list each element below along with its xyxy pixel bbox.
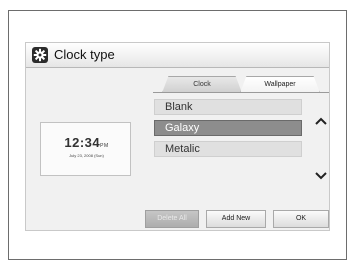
wallpaper-option-galaxy[interactable]: Galaxy — [154, 120, 302, 136]
wallpaper-option-blank[interactable]: Blank — [154, 99, 302, 115]
chevron-down-icon[interactable] — [314, 171, 328, 181]
gear-icon — [32, 47, 48, 63]
preview-ampm: PM — [100, 143, 109, 149]
preview-date: July 23, 2008 (Sun) — [69, 153, 104, 158]
page-title: Clock type — [54, 47, 115, 62]
wallpaper-option-metalic[interactable]: Metalic — [154, 141, 302, 157]
tab-clock[interactable]: Clock — [162, 76, 242, 93]
ok-button[interactable]: OK — [273, 210, 329, 228]
tab-divider — [153, 92, 329, 93]
add-new-button[interactable]: Add New — [206, 210, 266, 228]
delete-all-button[interactable]: Delete All — [145, 210, 199, 228]
preview-time-value: 12:34 — [64, 135, 101, 150]
clock-type-screen: Clock type Clock Wallpaper 12:34PM July … — [25, 42, 330, 231]
preview-time: 12:34PM — [41, 135, 132, 150]
title-bar: Clock type — [26, 43, 329, 68]
tab-wallpaper[interactable]: Wallpaper — [240, 76, 320, 93]
chevron-up-icon[interactable] — [314, 116, 328, 126]
clock-preview: 12:34PM July 23, 2008 (Sun) — [40, 122, 131, 176]
